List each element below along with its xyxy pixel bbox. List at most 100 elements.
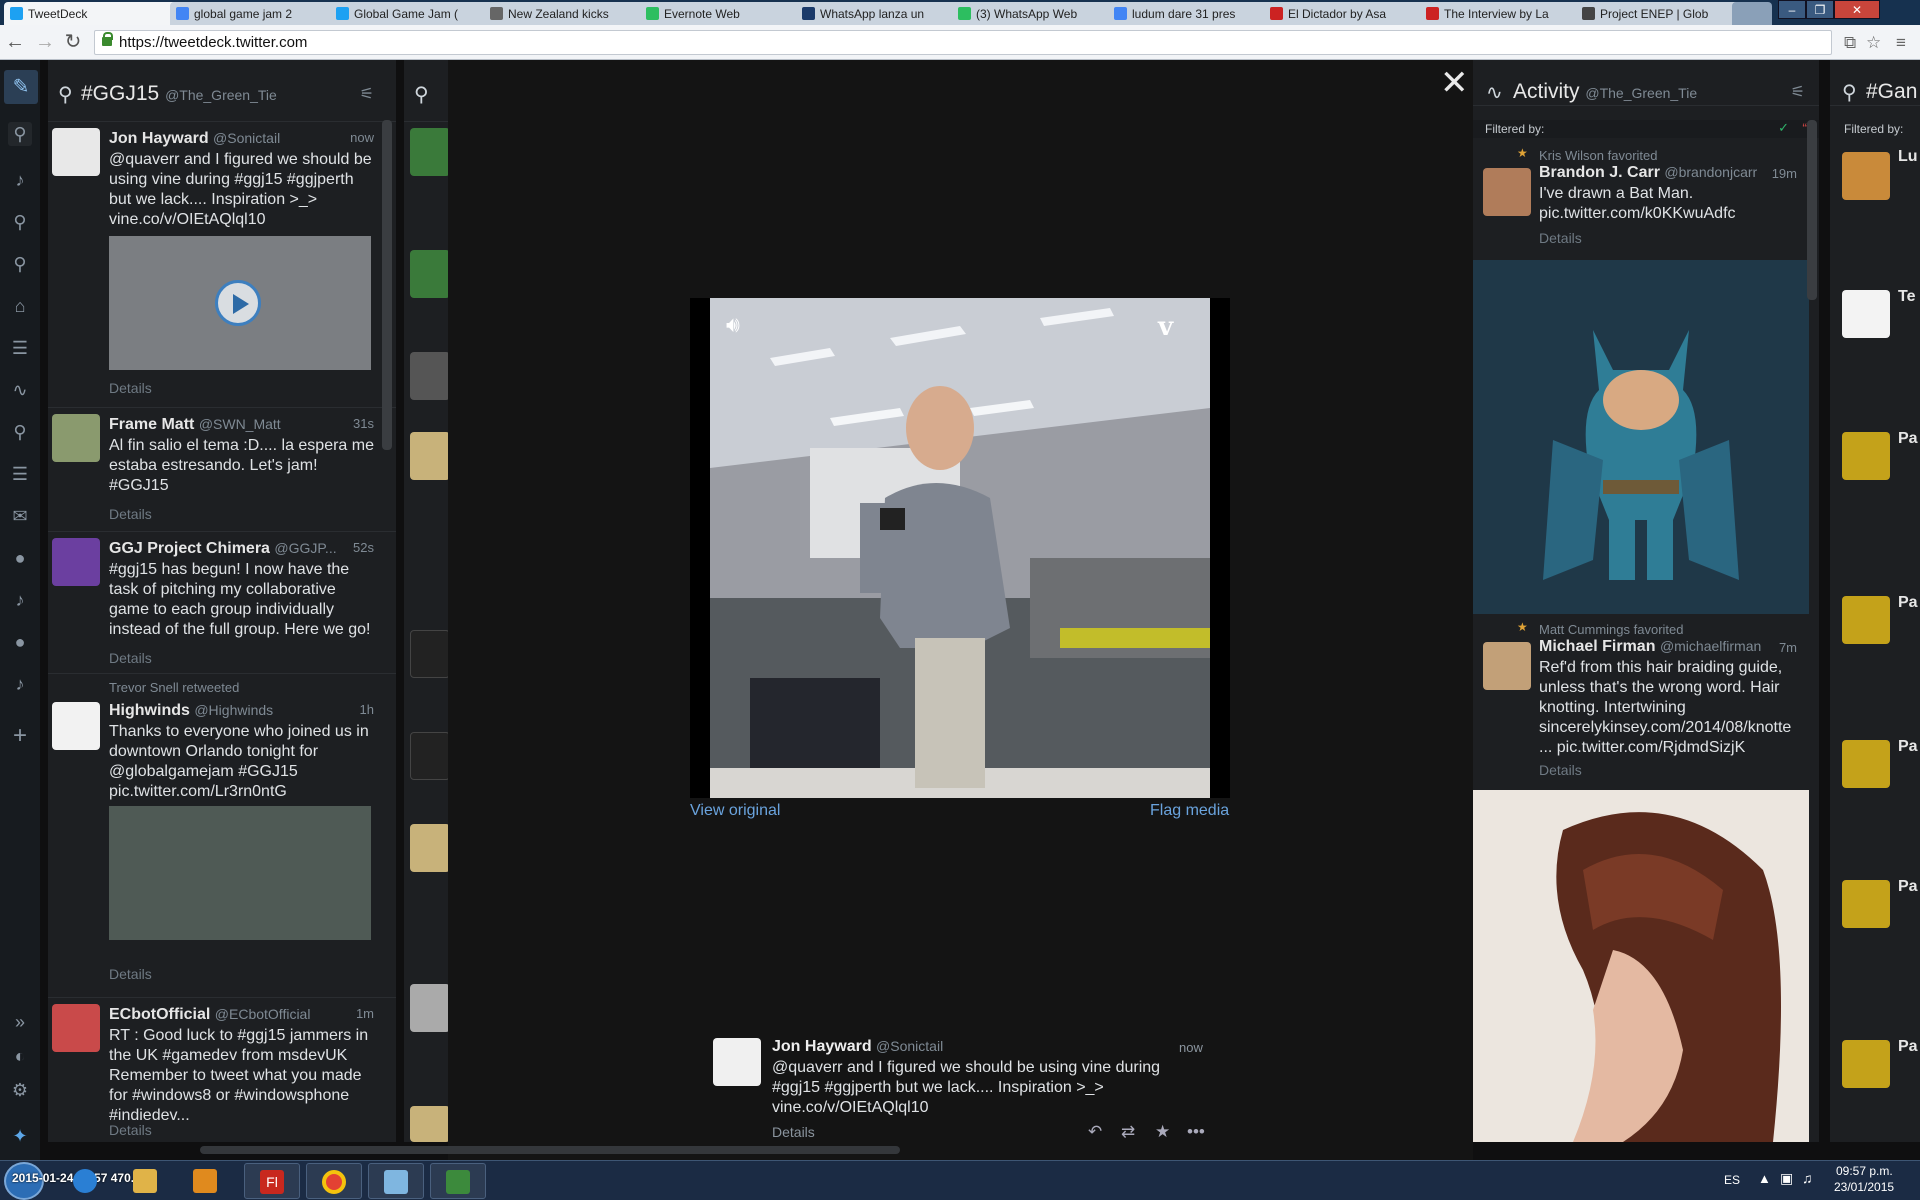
avatar[interactable] (1842, 152, 1890, 200)
accounts-icon[interactable]: ◐ (8, 1044, 32, 1068)
add-column-icon[interactable]: + (8, 724, 32, 748)
avatar[interactable] (52, 702, 100, 750)
settings-gear-icon[interactable]: ⚙ (8, 1078, 32, 1102)
compose-icon[interactable]: ✎ (4, 70, 38, 104)
avatar[interactable] (410, 128, 448, 176)
notification-bell-icon[interactable]: ♪ (8, 168, 32, 192)
avatar[interactable] (1842, 1040, 1890, 1088)
maximize-window-icon[interactable]: ❐ (1806, 0, 1834, 19)
home-icon[interactable]: ⌂ (8, 294, 32, 318)
column-scrollbar[interactable] (382, 120, 392, 450)
tweet-details-link[interactable]: Details (1539, 762, 1582, 778)
activity-icon[interactable]: ∿ (8, 378, 32, 402)
column-settings-icon[interactable]: ⚟ (360, 84, 374, 104)
avatar[interactable] (713, 1038, 761, 1086)
show-hidden-icons-icon[interactable]: ▲ (1758, 1171, 1771, 1186)
list-icon[interactable]: ☰ (8, 336, 32, 360)
tweet-author[interactable]: Lu (1898, 148, 1918, 166)
notification-bell-icon[interactable]: ♪ (8, 672, 32, 696)
tweet-author[interactable]: Pa (1898, 738, 1918, 756)
search-column-icon[interactable]: ⚲ (8, 210, 32, 234)
avatar[interactable] (410, 352, 448, 400)
tweet-handle[interactable]: @Sonictail (876, 1038, 943, 1054)
search-column-icon[interactable]: ⚲ (8, 420, 32, 444)
view-original-link[interactable]: View original (690, 802, 780, 820)
forward-arrow-icon[interactable]: → (34, 31, 56, 53)
avatar[interactable] (1483, 168, 1531, 216)
tweet-details-link[interactable]: Details (109, 380, 152, 396)
user-icon[interactable]: ● (8, 630, 32, 654)
check-icon[interactable]: ✓ (1778, 120, 1789, 136)
avatar[interactable] (52, 538, 100, 586)
avatar[interactable] (1842, 290, 1890, 338)
avatar[interactable] (1842, 596, 1890, 644)
volume-icon[interactable]: ♫ (1802, 1170, 1813, 1186)
tweet-author[interactable]: Jon Hayward (109, 130, 209, 147)
tweet-details-link[interactable]: Details (109, 966, 152, 982)
tweet-details-link[interactable]: Details (109, 650, 152, 666)
language-indicator[interactable]: ES (1724, 1173, 1740, 1187)
tweet-handle[interactable]: @GGJP... (274, 540, 336, 556)
browser-tab[interactable]: TweetDeck✕ (4, 2, 192, 25)
tweet-author[interactable]: ECbotOfficial (109, 1006, 210, 1023)
search-column-icon[interactable]: ⚲ (8, 252, 32, 276)
tweet-author[interactable]: Pa (1898, 430, 1918, 448)
tweet-handle[interactable]: @ECbotOfficial (215, 1006, 311, 1022)
clock-date[interactable]: 23/01/2015 (1834, 1180, 1894, 1194)
search-icon[interactable]: ⚲ (8, 122, 32, 146)
activity-item[interactable]: ★ Matt Cummings favorited Michael Firman… (1473, 614, 1819, 786)
close-window-icon[interactable]: ✕ (1834, 0, 1880, 19)
tweet-photo[interactable] (1473, 260, 1809, 614)
notification-bell-icon[interactable]: ♪ (8, 588, 32, 612)
avatar[interactable] (410, 984, 448, 1032)
user-icon[interactable]: ● (8, 546, 32, 570)
flash-taskbar-icon[interactable]: Fl (244, 1163, 300, 1199)
tweet-author[interactable]: Frame Matt (109, 416, 194, 433)
list-icon[interactable]: ☰ (8, 462, 32, 486)
tweet-photo[interactable] (1473, 790, 1809, 1142)
tweet[interactable]: GGJ Project Chimera @GGJP... 52s #ggj15 … (48, 532, 396, 674)
new-tab-button[interactable] (1732, 2, 1772, 25)
avatar[interactable] (1842, 880, 1890, 928)
tweet-author[interactable]: Brandon J. Carr (1539, 164, 1660, 181)
avatar[interactable] (410, 432, 448, 480)
tweet-handle[interactable]: @Highwinds (194, 702, 273, 718)
tweet[interactable]: Frame Matt @SWN_Matt 31s Al fin salio el… (48, 408, 396, 532)
tweet[interactable]: Trevor Snell retweeted Highwinds @Highwi… (48, 674, 396, 998)
tweet-author[interactable]: Jon Hayward (772, 1038, 872, 1055)
vine-video-player[interactable]: 🔊︎ v (710, 298, 1210, 798)
tweet[interactable]: Jon Hayward @Sonictail now @quaverr and … (48, 122, 396, 408)
messages-icon[interactable]: ✉ (8, 504, 32, 528)
tweet[interactable]: ECbotOfficial @ECbotOfficial 1m RT : Goo… (48, 998, 396, 1142)
tweet-details-link[interactable]: Details (109, 506, 152, 522)
twitter-bird-icon[interactable]: ✦ (8, 1124, 32, 1148)
tweet-author[interactable]: Pa (1898, 1038, 1918, 1056)
ie-taskbar-icon[interactable] (58, 1163, 114, 1199)
tweet-handle[interactable]: @SWN_Matt (199, 416, 281, 432)
tweet-details-link[interactable]: Details (1539, 230, 1582, 246)
tweet-author[interactable]: Pa (1898, 878, 1918, 896)
tweet-photo[interactable] (109, 806, 371, 940)
expand-icon[interactable]: » (8, 1010, 32, 1034)
tweet-details-link[interactable]: Details (772, 1124, 815, 1140)
avatar[interactable] (52, 414, 100, 462)
tweet-author[interactable]: Highwinds (109, 702, 190, 719)
tweet-handle[interactable]: @brandonjcarr (1664, 164, 1757, 180)
avatar[interactable] (410, 1106, 448, 1142)
url-input[interactable]: https://tweetdeck.twitter.com (94, 30, 1832, 55)
column-settings-icon[interactable]: ⚟ (1791, 82, 1805, 102)
column-scrollbar[interactable] (1807, 120, 1817, 300)
horizontal-scrollbar[interactable] (200, 1146, 900, 1154)
more-options-icon[interactable]: ••• (1187, 1122, 1205, 1142)
reply-icon[interactable]: ↶ (1088, 1122, 1102, 1142)
avatar[interactable] (410, 824, 448, 872)
app-taskbar-icon[interactable] (430, 1163, 486, 1199)
extension-icon[interactable]: ⧉ (1844, 33, 1856, 53)
avatar[interactable] (1483, 642, 1531, 690)
tweet-handle[interactable]: @michaelfirman (1660, 638, 1761, 654)
notepad-taskbar-icon[interactable] (368, 1163, 424, 1199)
minimize-window-icon[interactable]: – (1778, 0, 1806, 19)
flag-media-link[interactable]: Flag media (1150, 802, 1229, 820)
avatar[interactable] (1842, 432, 1890, 480)
tweet-author[interactable]: GGJ Project Chimera (109, 540, 270, 557)
